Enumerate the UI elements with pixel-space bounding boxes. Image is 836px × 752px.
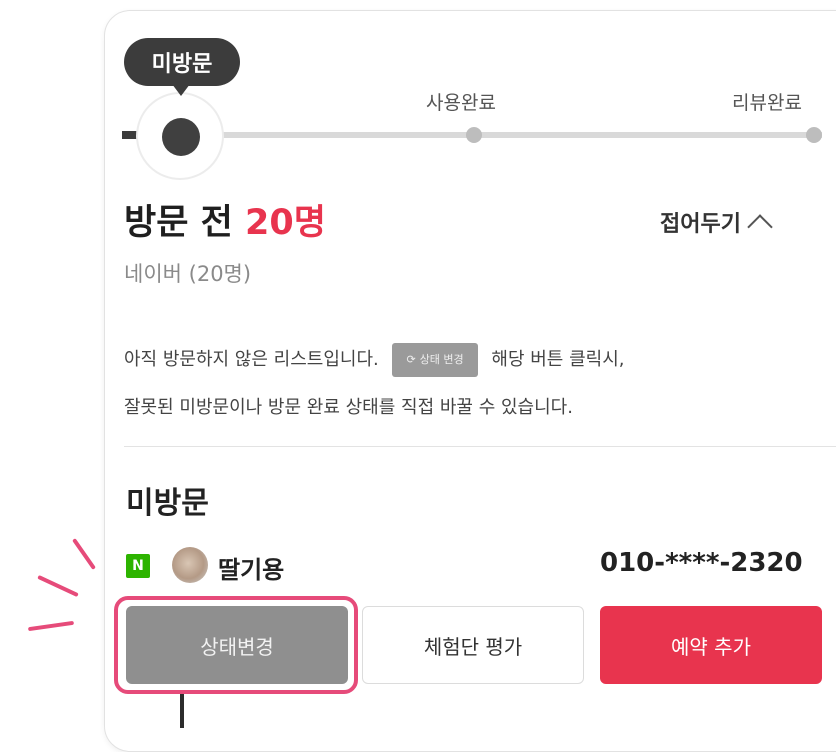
section-title: 미방문 [126, 486, 209, 521]
source-count: 네이버 (20명) [124, 262, 252, 286]
callout-connector [180, 694, 184, 728]
inline-status-button-example: ⟳ 상태 변경 [392, 343, 478, 377]
emphasis-mark [72, 538, 96, 570]
notice-text: 아직 방문하지 않은 리스트입니다. ⟳ 상태 변경 해당 버튼 클릭시, 잘못… [124, 336, 824, 432]
user-phone: 010-****-2320 [600, 548, 803, 578]
section-divider [124, 446, 836, 447]
mini-button-label: 상태 변경 [419, 353, 464, 366]
collapse-label: 접어두기 [660, 212, 741, 237]
emphasis-mark [27, 620, 75, 632]
step-label-review: 리뷰완료 [732, 92, 802, 114]
current-step-marker [162, 118, 200, 156]
emphasis-mark [37, 574, 79, 598]
title-text: 방문 전 [124, 203, 233, 243]
step-dot-review [806, 127, 822, 143]
tooltip-tail [172, 84, 190, 96]
user-nickname: 딸기용 [218, 556, 285, 584]
evaluate-button[interactable]: 체험단 평가 [362, 606, 584, 684]
notice-line2: 해당 버튼 클릭시, [491, 349, 625, 370]
notice-line1: 아직 방문하지 않은 리스트입니다. [124, 349, 379, 370]
refresh-icon: ⟳ [406, 353, 416, 366]
current-step-tooltip: 미방문 [124, 38, 240, 86]
collapse-toggle[interactable]: 접어두기 [660, 206, 773, 240]
highlight-frame [114, 596, 358, 694]
step-dot-used [466, 127, 482, 143]
add-reservation-button[interactable]: 예약 추가 [600, 606, 822, 684]
chevron-up-icon [747, 214, 773, 240]
page-title: 방문 전 20명 [124, 194, 326, 245]
visitor-count: 20명 [244, 203, 326, 243]
step-label-used: 사용완료 [426, 92, 496, 114]
avatar [172, 547, 208, 583]
naver-badge-icon: N [126, 554, 150, 578]
notice-line3: 잘못된 미방문이나 방문 완료 상태를 직접 바꿀 수 있습니다. [124, 397, 573, 418]
